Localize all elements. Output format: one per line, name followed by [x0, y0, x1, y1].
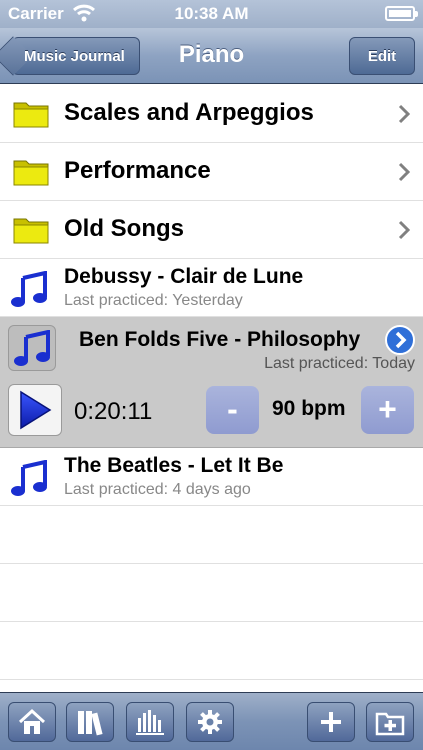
song-row-philosophy-selected[interactable]: Ben Folds Five - Philosophy Last practic… — [0, 317, 423, 448]
folder-icon — [13, 218, 49, 244]
song-last-practiced: Last practiced: Yesterday — [64, 292, 243, 309]
tempo-value: 90 bpm — [272, 397, 346, 420]
battery-icon — [385, 6, 418, 21]
home-button[interactable] — [8, 702, 56, 742]
folder-label: Old Songs — [64, 215, 184, 242]
add-folder-button[interactable] — [366, 702, 414, 742]
song-last-practiced: Last practiced: Today — [264, 355, 415, 372]
chevron-right-icon — [398, 104, 410, 124]
folder-row-scales[interactable]: Scales and Arpeggios — [0, 85, 423, 143]
song-title: Ben Folds Five - Philosophy — [79, 328, 361, 351]
library-button[interactable] — [66, 702, 114, 742]
song-title: The Beatles - Let It Be — [64, 454, 284, 477]
folder-icon — [13, 102, 49, 128]
folder-label: Performance — [64, 157, 211, 184]
status-bar: Carrier 10:38 AM — [0, 0, 423, 28]
folder-row-old-songs[interactable]: Old Songs — [0, 201, 423, 259]
song-title: Debussy - Clair de Lune — [64, 265, 304, 288]
home-icon — [18, 708, 46, 734]
empty-row — [0, 506, 423, 564]
song-last-practiced: Last practiced: 4 days ago — [64, 481, 251, 498]
music-note-icon — [11, 271, 47, 307]
tempo-increase-button[interactable]: + — [361, 386, 414, 434]
song-list: Scales and Arpeggios Performance Old Son… — [0, 85, 423, 680]
clock: 10:38 AM — [174, 4, 249, 23]
settings-button[interactable] — [186, 702, 234, 742]
settings-icon — [198, 710, 222, 734]
song-icon-button[interactable] — [8, 325, 56, 371]
play-button[interactable] — [8, 384, 62, 436]
elapsed-timer: 0:20:11 — [74, 398, 153, 425]
chevron-right-icon — [398, 220, 410, 240]
song-row-let-it-be[interactable]: The Beatles - Let It Be Last practiced: … — [0, 448, 423, 506]
add-folder-icon — [375, 712, 405, 736]
empty-row — [0, 622, 423, 680]
navigation-bar: Music Journal Piano Edit — [0, 28, 423, 84]
tempo-decrease-button[interactable]: - — [206, 386, 259, 434]
music-note-icon — [14, 330, 50, 366]
music-note-icon — [11, 460, 47, 496]
folder-label: Scales and Arpeggios — [64, 99, 314, 126]
statistics-button[interactable] — [126, 702, 174, 742]
edit-button[interactable]: Edit — [349, 37, 415, 75]
add-icon — [321, 712, 341, 732]
stats-icon — [136, 710, 164, 735]
library-icon — [78, 711, 103, 736]
add-song-button[interactable] — [307, 702, 355, 742]
play-icon — [20, 390, 52, 430]
bottom-toolbar — [0, 692, 423, 750]
empty-row — [0, 564, 423, 622]
detail-disclosure-button[interactable] — [385, 325, 415, 355]
song-row-debussy[interactable]: Debussy - Clair de Lune Last practiced: … — [0, 259, 423, 317]
folder-row-performance[interactable]: Performance — [0, 143, 423, 201]
chevron-right-icon — [398, 162, 410, 182]
folder-icon — [13, 160, 49, 186]
